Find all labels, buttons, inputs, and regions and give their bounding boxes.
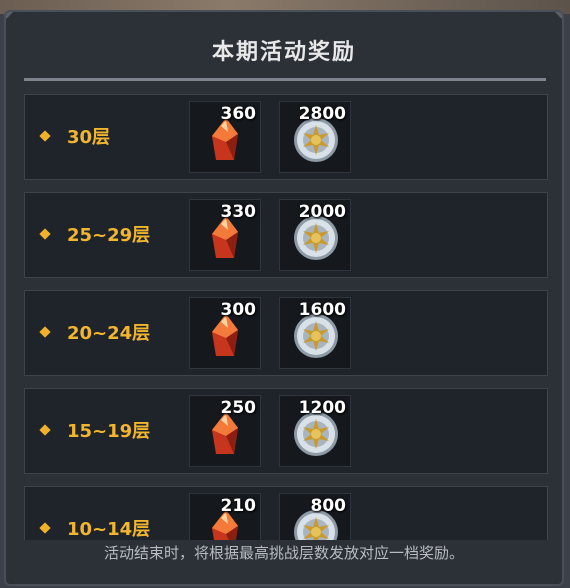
item-count: 1200 <box>298 398 346 418</box>
reward-slot-crystal[interactable]: 210 <box>189 493 261 540</box>
diamond-bullet-icon <box>39 424 51 436</box>
corner-ornament <box>6 12 14 20</box>
item-count: 2800 <box>298 104 346 124</box>
diamond-bullet-icon <box>39 130 51 142</box>
reward-slot-coin[interactable]: 2000 <box>279 199 351 271</box>
item-count: 250 <box>220 398 257 418</box>
reward-slot-crystal[interactable]: 300 <box>189 297 261 369</box>
panel-title: 本期活动奖励 <box>211 40 356 65</box>
diamond-bullet-icon <box>39 522 51 534</box>
reward-slot-crystal[interactable]: 360 <box>189 101 261 173</box>
reward-row: 30层 360 2800 <box>24 94 548 180</box>
item-count: 330 <box>220 202 257 222</box>
corner-ornament <box>554 12 562 20</box>
reward-row: 20~24层 300 1600 <box>24 290 548 376</box>
item-count: 210 <box>220 496 257 516</box>
reward-slot-coin[interactable]: 1200 <box>279 395 351 467</box>
reward-slot-crystal[interactable]: 330 <box>189 199 261 271</box>
reward-row: 10~14层 210 800 <box>24 486 548 540</box>
item-count: 800 <box>310 496 347 516</box>
item-count: 1600 <box>298 300 346 320</box>
reward-slot-coin[interactable]: 2800 <box>279 101 351 173</box>
item-count: 2000 <box>298 202 346 222</box>
item-count: 360 <box>220 104 257 124</box>
item-count: 300 <box>220 300 257 320</box>
tier-label: 10~14层 <box>67 519 151 540</box>
diamond-bullet-icon <box>39 228 51 240</box>
diamond-bullet-icon <box>39 326 51 338</box>
tier-label: 30层 <box>67 127 111 148</box>
reward-slot-crystal[interactable]: 250 <box>189 395 261 467</box>
reward-slot-coin[interactable]: 800 <box>279 493 351 540</box>
tier-label: 20~24层 <box>67 323 151 344</box>
footer-note: 活动结束时，将根据最高挑战层数发放对应一档奖励。 <box>103 544 464 562</box>
title-divider <box>24 78 546 81</box>
tier-label: 15~19层 <box>67 421 151 442</box>
reward-row: 25~29层 330 2000 <box>24 192 548 278</box>
reward-list[interactable]: 30层 360 2800 25~29层 330 2000 20~24层 300 … <box>24 94 548 540</box>
rewards-panel: 本期活动奖励 30层 360 2800 25~29层 330 2000 20~2… <box>4 10 564 586</box>
reward-slot-coin[interactable]: 1600 <box>279 297 351 369</box>
tier-label: 25~29层 <box>67 225 151 246</box>
reward-row: 15~19层 250 1200 <box>24 388 548 474</box>
